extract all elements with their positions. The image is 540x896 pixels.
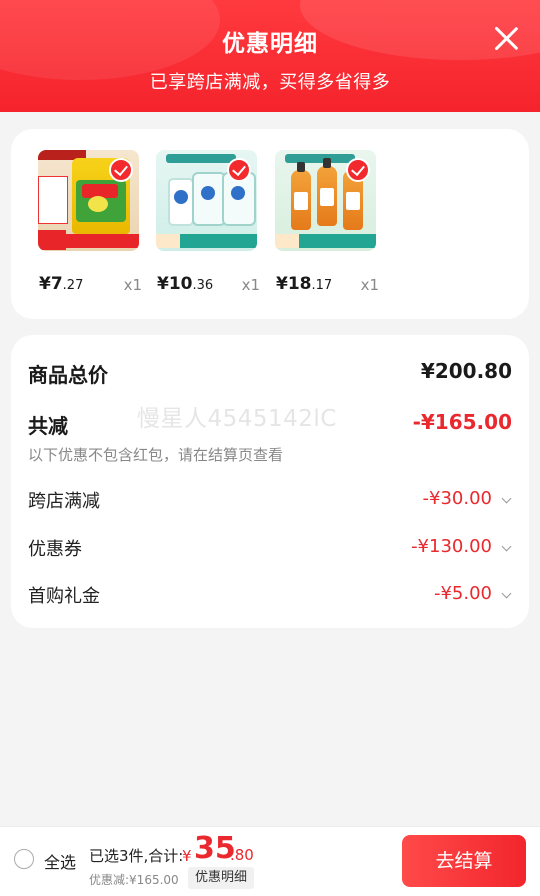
discount-item-label: 优惠券 — [28, 539, 82, 560]
discount-amount-text: 优惠减:¥165.00 — [89, 873, 179, 887]
product-thumbnail — [156, 150, 257, 251]
checkout-button[interactable]: 去结算 — [402, 835, 526, 887]
checked-icon[interactable] — [346, 158, 370, 182]
discount-item-label: 跨店满减 — [28, 491, 100, 512]
discount-summary-card: 慢星人4545142lC 商品总价 ¥200.80 共减 -¥165.00 以下… — [11, 335, 529, 628]
select-all-radio[interactable] — [14, 849, 34, 869]
product-item[interactable]: ¥10.36 x1 — [156, 150, 260, 294]
discount-item-label: 首购礼金 — [28, 586, 100, 607]
discount-item-row[interactable]: 首购礼金 -¥5.00 — [28, 582, 512, 608]
chevron-down-icon[interactable] — [501, 493, 512, 504]
total-reduce-row: 共减 -¥165.00 — [28, 410, 512, 438]
total-price-label: 商品总价 — [28, 363, 108, 387]
chevron-down-icon[interactable] — [501, 541, 512, 552]
selected-count-text: 已选3件,合计: — [89, 847, 184, 865]
discount-note: 以下优惠不包含红包，请在结算页查看 — [28, 446, 284, 464]
checkout-bar: 全选 已选3件,合计: ¥ 35 .80 优惠减:¥165.00 优惠明细 去结… — [0, 826, 540, 896]
checked-icon[interactable] — [109, 158, 133, 182]
product-quantity: x1 — [360, 276, 379, 294]
total-reduce-label: 共减 — [28, 414, 68, 438]
discount-detail-button[interactable]: 优惠明细 — [188, 867, 255, 889]
discount-item-row[interactable]: 优惠券 -¥130.00 — [28, 535, 512, 561]
product-price: ¥7.27 — [39, 274, 84, 294]
product-quantity: x1 — [241, 276, 260, 294]
popup-title: 优惠明细 — [222, 31, 318, 57]
discount-item-value: -¥30.00 — [422, 488, 492, 509]
product-thumbnail — [38, 150, 139, 251]
product-quantity: x1 — [123, 276, 142, 294]
product-price: ¥18.17 — [276, 274, 333, 294]
total-price-value: ¥200.80 — [420, 359, 512, 383]
product-thumbnail — [275, 150, 376, 251]
popup-header: 优惠明细 已享跨店满减，买得多省得多 — [0, 0, 540, 112]
total-amount-decimal: .80 — [230, 846, 254, 864]
close-icon[interactable] — [492, 24, 520, 52]
total-price-row: 商品总价 ¥200.80 — [28, 359, 512, 387]
discount-item-value: -¥5.00 — [433, 583, 492, 604]
product-price: ¥10.36 — [157, 274, 214, 294]
checked-icon[interactable] — [227, 158, 251, 182]
chevron-down-icon[interactable] — [501, 588, 512, 599]
select-all-label[interactable]: 全选 — [44, 849, 76, 873]
total-currency: ¥ — [182, 847, 192, 865]
product-item[interactable]: ¥18.17 x1 — [275, 150, 379, 294]
product-item[interactable]: ¥7.27 x1 — [38, 150, 142, 294]
discount-item-value: -¥130.00 — [411, 536, 492, 557]
discount-item-row[interactable]: 跨店满减 -¥30.00 — [28, 487, 512, 513]
total-reduce-value: -¥165.00 — [412, 410, 512, 434]
popup-subtitle: 已享跨店满减，买得多省得多 — [149, 72, 391, 93]
selected-products-card: ¥7.27 x1 ¥10.36 x1 ¥18.17 x1 — [11, 129, 529, 319]
